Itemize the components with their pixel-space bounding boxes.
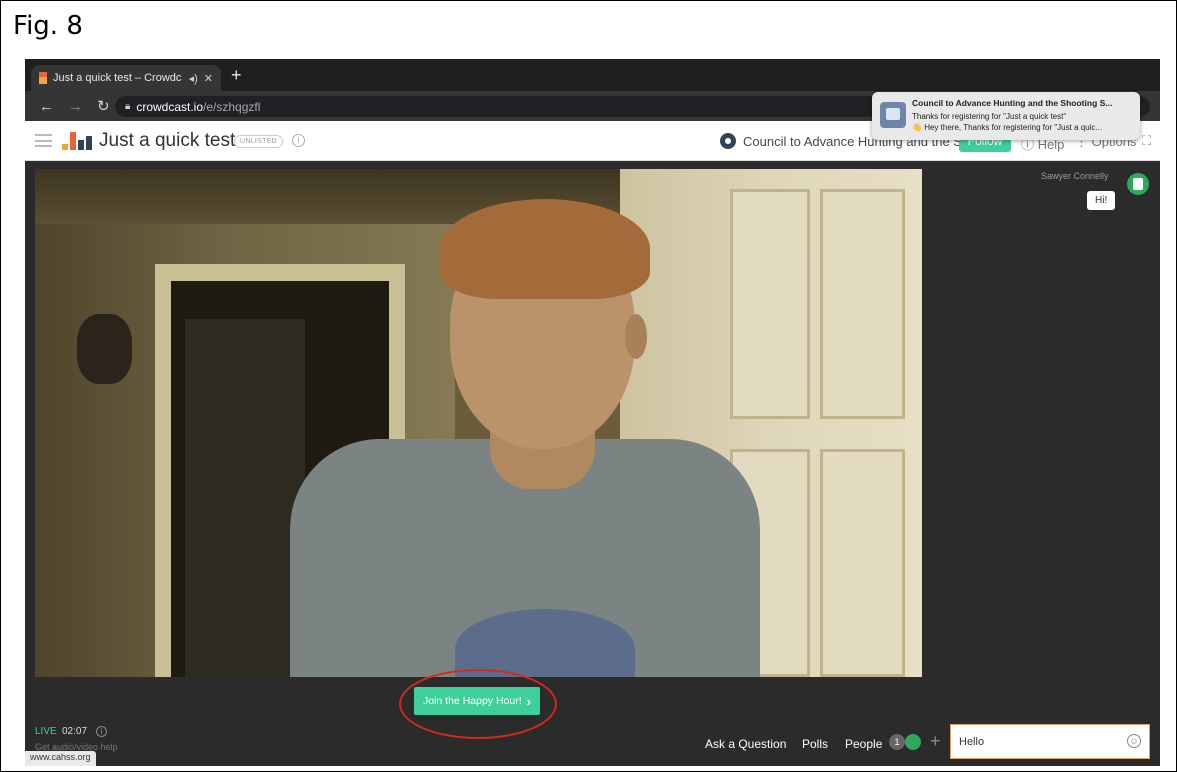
live-timer: 02:07 [62,726,88,737]
lock-icon: 🔒︎ [125,101,131,112]
tab-polls[interactable]: Polls [802,737,828,751]
highlight-annotation-ring [399,669,557,739]
live-info-icon[interactable]: i [96,726,107,737]
people-count-badge: 1 [889,734,905,750]
speaker-icon[interactable]: ◂) [189,72,198,85]
menu-icon[interactable] [35,134,52,147]
door-panel [820,449,905,677]
notification-subtitle: Thanks for registering for "Just a quick… [912,112,1067,121]
user-avatar-icon[interactable] [1127,173,1149,195]
video-doorway-inner [185,319,305,677]
forward-arrow-icon[interactable]: → [68,98,83,115]
system-notification[interactable]: Council to Advance Hunting and the Shoot… [872,92,1140,140]
url-host: crowdcast.io [136,99,204,114]
chat-message: Hi! [1087,191,1116,210]
notification-body: 👋 Hey there, Thanks for registering for … [912,123,1102,132]
notification-title: Council to Advance Hunting and the Shoot… [912,98,1113,108]
new-tab-button[interactable]: + [231,65,242,85]
status-bar-url: www.cahss.org [25,751,96,766]
notification-body-text: Hey there, Thanks for registering for "J… [924,123,1103,132]
browser-window: Just a quick test – Crowdc ◂) ✕ + ← → ↻ … [25,59,1160,766]
tab-bar: Just a quick test – Crowdc ◂) ✕ + [25,59,1160,91]
video-stream[interactable] [35,169,922,677]
crowdcast-logo [62,132,92,150]
mail-app-icon [880,102,906,128]
tab-title: Just a quick test – Crowdc [53,72,182,84]
people-avatar-icon [905,734,921,750]
reload-icon[interactable]: ↻ [97,97,110,115]
page-title: Just a quick test [99,130,236,151]
chat-input-value: Hello [959,735,985,748]
video-wall-object [77,314,132,384]
live-indicator: LIVE [35,726,57,737]
tab-people[interactable]: People [845,737,882,751]
door-panel [820,189,905,419]
door-panel [730,189,810,419]
url-path: /e/szhqgzfl [203,99,261,114]
chat-sender-name: Sawyer Connelly [1041,171,1109,181]
back-arrow-icon[interactable]: ← [39,98,54,115]
video-person-ear [625,314,647,359]
fullscreen-icon[interactable]: ⛶ [1142,133,1151,149]
close-tab-icon[interactable]: ✕ [204,72,213,85]
crowdcast-favicon-icon [39,72,47,84]
browser-tab[interactable]: Just a quick test – Crowdc ◂) ✕ [31,65,221,91]
unlisted-badge: UNLISTED [234,135,284,148]
wave-emoji-icon: 👋 [912,123,922,132]
plus-icon[interactable]: + [930,731,941,752]
chat-input[interactable]: Hello ☺ [950,724,1150,759]
figure-frame: Fig. 8 Just a quick test – Crowdc ◂) ✕ +… [0,0,1177,772]
host-avatar-icon[interactable] [720,133,736,149]
figure-label: Fig. 8 [13,11,83,41]
tab-ask-question[interactable]: Ask a Question [705,737,786,751]
emoji-icon[interactable]: ☺ [1127,734,1141,748]
video-person-hair [440,199,650,299]
info-icon[interactable]: i [292,134,305,147]
